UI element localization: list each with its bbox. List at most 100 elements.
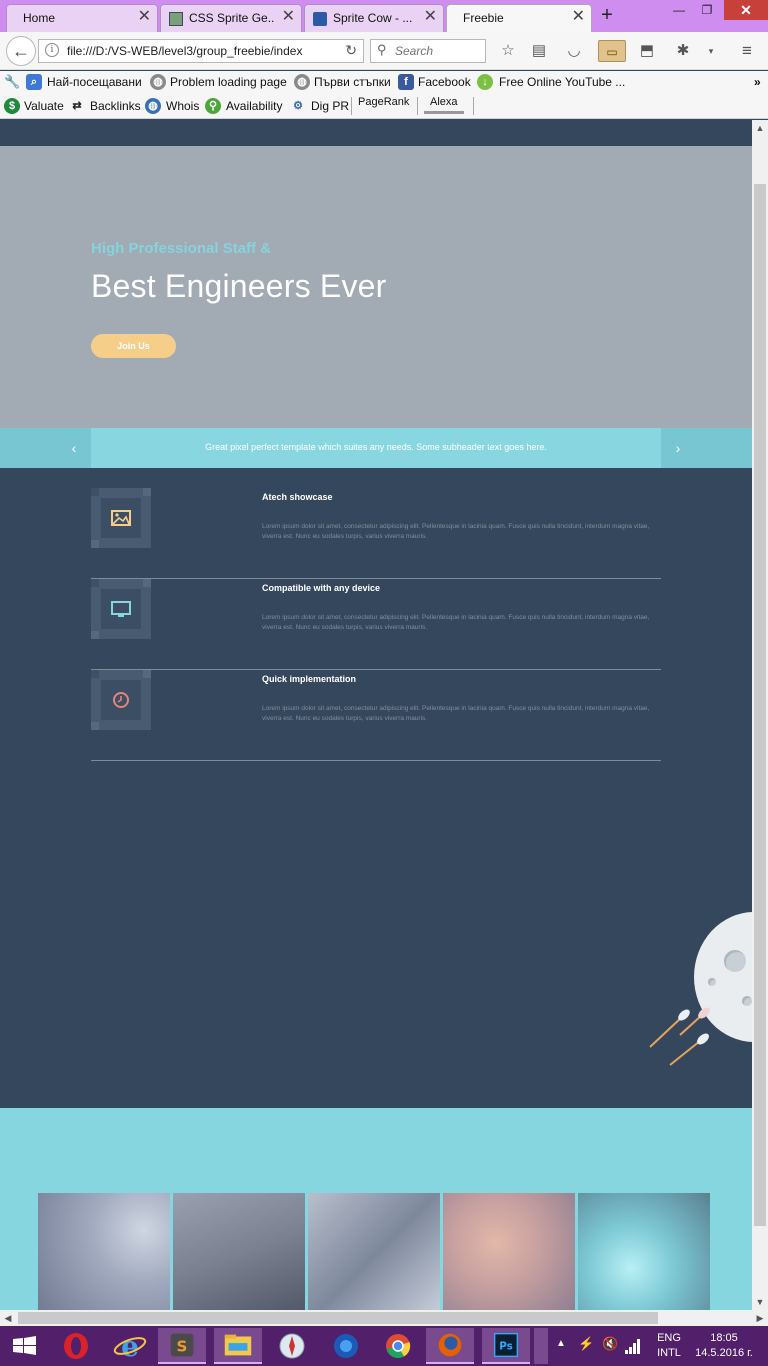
search-input[interactable] — [395, 43, 481, 59]
most-visited-icon: ⌕ — [26, 74, 42, 90]
back-arrow-icon[interactable]: ← — [6, 36, 36, 66]
seo-dig-pr[interactable]: Dig PR — [311, 99, 349, 113]
scrollbar-thumb[interactable] — [18, 1312, 658, 1324]
sublime-text-icon[interactable]: S — [158, 1328, 206, 1364]
feature-icon-box — [91, 579, 151, 639]
feature-title: Atech showcase — [262, 492, 333, 502]
bookmark-most-visited[interactable]: Най-посещавани — [47, 75, 142, 89]
seo-availability[interactable]: Availability — [226, 99, 282, 113]
scroll-up-arrow-icon[interactable]: ▲ — [752, 120, 768, 136]
restore-icon[interactable]: ❐ — [692, 0, 722, 22]
file-explorer-icon[interactable] — [214, 1328, 262, 1364]
screen-ruler-icon[interactable]: ▭ — [598, 40, 626, 62]
photoshop-icon[interactable]: Ps — [482, 1328, 530, 1364]
tab-freebie[interactable]: Freebie ✕ — [446, 4, 592, 32]
url-text[interactable]: file:///D:/VS-WEB/level3/group_freebie/i… — [67, 44, 333, 58]
feature-description: Lorem ipsum dolor sit amet, consectetur … — [262, 614, 650, 631]
chevron-left-icon[interactable]: ‹ — [66, 438, 82, 458]
safari-compass-icon[interactable] — [268, 1328, 316, 1364]
bookmark-youtube[interactable]: Free Online YouTube ... — [499, 75, 625, 89]
scroll-down-arrow-icon[interactable]: ▼ — [752, 1294, 768, 1310]
dropdown-arrow-icon[interactable]: ▾ — [700, 40, 722, 62]
bookmark-facebook[interactable]: Facebook — [418, 75, 471, 89]
gallery-section — [0, 1108, 752, 1310]
volume-muted-icon[interactable]: 🔇 — [602, 1336, 618, 1366]
wrench-icon: 🔧 — [4, 74, 21, 89]
tab-home[interactable]: Home ✕ — [6, 4, 158, 32]
windows-start-icon[interactable] — [0, 1326, 50, 1366]
network-signal-icon[interactable] — [624, 1338, 642, 1354]
firefox-icon[interactable] — [426, 1328, 474, 1364]
gallery-image-cosmos[interactable] — [578, 1193, 710, 1310]
clock-icon — [113, 692, 129, 708]
tab-sprite-cow[interactable]: Sprite Cow - ... ✕ — [304, 4, 444, 32]
close-tab-icon[interactable]: ✕ — [282, 8, 295, 26]
seo-pagerank[interactable]: PageRank — [358, 96, 409, 108]
toolbar-separator — [351, 97, 352, 115]
chrome-icon[interactable] — [374, 1328, 422, 1364]
gallery-image-galaxy[interactable] — [308, 1193, 440, 1310]
scrollbar-thumb[interactable] — [754, 184, 766, 1226]
seo-alexa[interactable]: Alexa — [430, 96, 458, 108]
feature-item: Atech showcase Lorem ipsum dolor sit ame… — [91, 488, 661, 579]
internet-explorer-icon[interactable]: e — [106, 1328, 154, 1364]
gallery-image-nebula[interactable] — [443, 1193, 575, 1310]
chevron-right-icon[interactable]: › — [670, 438, 686, 458]
cow-favicon-icon — [313, 12, 327, 26]
reload-icon[interactable]: ↻ — [345, 42, 357, 59]
seo-backlinks[interactable]: Backlinks — [90, 99, 141, 113]
seo-valuate[interactable]: Valuate — [24, 99, 64, 113]
feature-item: Compatible with any device Lorem ipsum d… — [91, 579, 661, 670]
gallery-image-asteroid[interactable] — [173, 1193, 305, 1310]
bookmarks-list-icon[interactable]: ▤ — [528, 40, 550, 62]
windows-taskbar: e S Ps ▲ ⚡ 🔇 ENG INTL 18:05 14.5.2016 г. — [0, 1326, 768, 1366]
vertical-scrollbar[interactable]: ▲ ▼ — [752, 120, 768, 1310]
bookmark-problem-loading[interactable]: Problem loading page — [170, 75, 287, 89]
scroll-left-arrow-icon[interactable]: ◀ — [0, 1310, 16, 1326]
language-code: ENG — [657, 1332, 681, 1344]
input-language-indicator[interactable]: ENG INTL — [654, 1331, 684, 1361]
join-us-button[interactable]: Join Us — [91, 334, 176, 358]
tray-chevron-icon[interactable]: ▲ — [556, 1338, 566, 1366]
menu-hamburger-icon[interactable]: ≡ — [736, 40, 758, 62]
close-tab-icon[interactable]: ✕ — [138, 8, 151, 26]
power-cord-icon[interactable]: ⚡ — [578, 1336, 594, 1366]
hero-title: Best Engineers Ever — [91, 268, 387, 304]
close-tab-icon[interactable]: ✕ — [424, 8, 437, 26]
toolbar-separator — [417, 97, 418, 115]
gallery-image-planet[interactable] — [38, 1193, 170, 1310]
info-icon[interactable]: i — [45, 43, 59, 57]
dig-network-icon: ⚙ — [293, 100, 303, 112]
svg-text:Ps: Ps — [499, 1341, 513, 1353]
minimize-icon[interactable]: — — [664, 0, 694, 22]
tab-css-sprite[interactable]: CSS Sprite Ge... ✕ — [160, 4, 302, 32]
close-tab-icon[interactable]: ✕ — [572, 8, 585, 26]
scroll-right-arrow-icon[interactable]: ▶ — [752, 1310, 768, 1326]
feature-icon-box — [91, 488, 151, 548]
tab-title: Sprite Cow - ... — [333, 11, 413, 25]
bookmarks-toolbar: 🔧 ⌕ Най-посещавани ◍ Problem loading pag… — [0, 71, 768, 95]
horizontal-scrollbar[interactable]: ◀ ▶ — [0, 1310, 768, 1326]
feature-icon-box — [91, 670, 151, 730]
search-box[interactable]: ⚲ — [370, 39, 486, 63]
taskbar-app-placeholder[interactable] — [534, 1328, 548, 1364]
feature-description: Lorem ipsum dolor sit amet, consectetur … — [262, 523, 650, 540]
new-tab-button[interactable]: + — [596, 4, 618, 28]
seo-whois[interactable]: Whois — [166, 99, 199, 113]
firefox-developer-icon[interactable] — [322, 1328, 370, 1364]
download-status-icon[interactable]: ⬒ — [636, 40, 658, 62]
opera-icon[interactable] — [52, 1328, 100, 1364]
moon-crater — [708, 978, 716, 986]
firebug-icon[interactable]: ✱ — [672, 40, 694, 62]
feature-title: Compatible with any device — [262, 583, 381, 593]
image-icon — [111, 510, 131, 526]
more-bookmarks-chevron[interactable]: » — [754, 75, 761, 89]
pocket-icon[interactable]: ◡ — [563, 40, 585, 62]
bookmark-first-steps[interactable]: Първи стъпки — [314, 75, 391, 89]
bookmark-star-icon[interactable]: ☆ — [497, 40, 519, 62]
window-close-icon[interactable]: ✕ — [724, 0, 768, 20]
feature-title: Quick implementation — [262, 674, 357, 684]
url-bar[interactable]: i file:///D:/VS-WEB/level3/group_freebie… — [38, 39, 364, 63]
tab-strip: Home ✕ CSS Sprite Ge... ✕ Sprite Cow - .… — [0, 0, 768, 32]
system-clock[interactable]: 18:05 14.5.2016 г. — [694, 1331, 754, 1361]
